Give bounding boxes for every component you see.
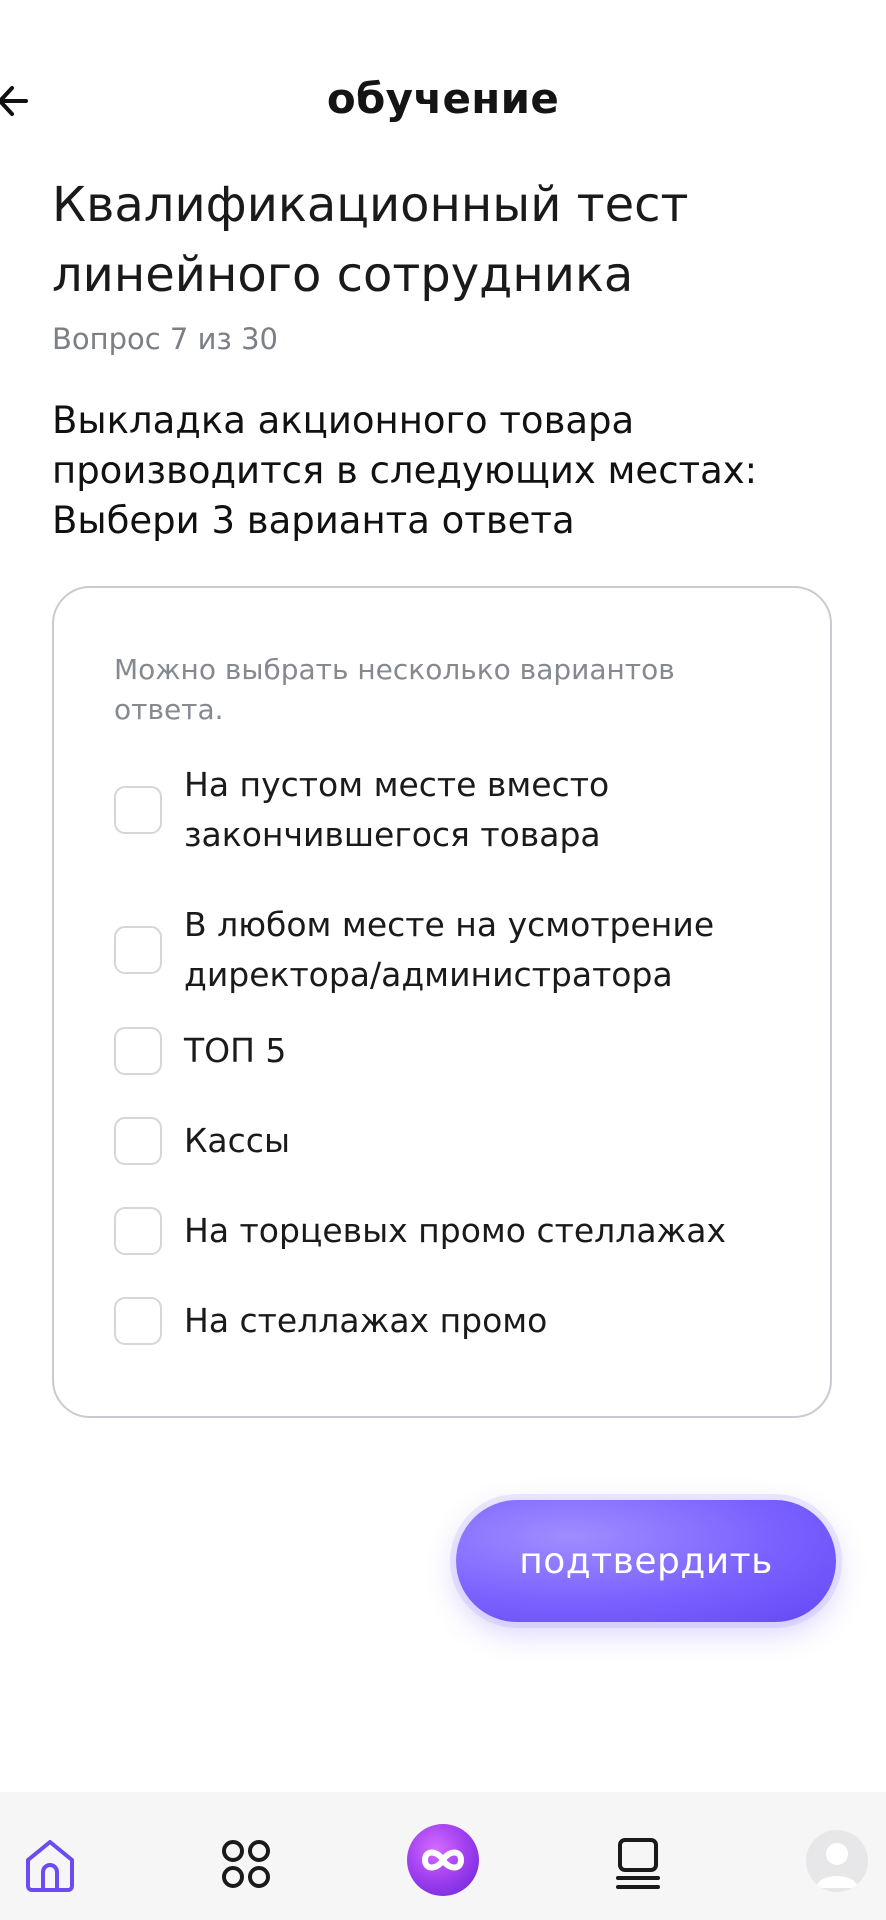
test-title: Квалификационный тест линейного сотрудни… [52, 177, 689, 303]
answer-option-label: На стеллажах промо [184, 1301, 548, 1340]
page-title: обучение [326, 74, 560, 123]
answer-option-4[interactable]: Кассы [114, 1116, 794, 1166]
answer-option-2[interactable]: В любом месте на усмотрение директора/ад… [114, 900, 794, 1000]
answer-option-1[interactable]: На пустом месте вместо закончившегося то… [114, 760, 794, 860]
home-icon [26, 1840, 74, 1892]
top-bar: обучение [0, 56, 886, 146]
multi-select-hint: Можно выбрать несколько вариантов ответа… [114, 653, 675, 726]
question-progress: Вопрос 7 из 30 [52, 322, 278, 356]
confirm-button[interactable]: подтвердить [456, 1500, 836, 1622]
tab-catalog[interactable] [210, 1828, 282, 1900]
tab-courses[interactable] [602, 1828, 674, 1900]
answer-option-3[interactable]: ТОП 5 [114, 1026, 794, 1076]
answer-option-6[interactable]: На стеллажах промо [114, 1296, 794, 1346]
courses-icon [616, 1838, 660, 1889]
checkbox[interactable] [114, 1117, 162, 1165]
answer-option-label: В любом месте на усмотрение директора/ад… [184, 905, 715, 994]
checkbox[interactable] [114, 1027, 162, 1075]
answers-card: Можно выбрать несколько вариантов ответа… [52, 586, 832, 1418]
user-icon [816, 1843, 858, 1888]
answer-option-label: Кассы [184, 1121, 290, 1160]
tab-home[interactable] [14, 1828, 86, 1900]
answer-option-label: На пустом месте вместо закончившегося то… [184, 765, 610, 854]
tab-center[interactable] [405, 1822, 481, 1898]
bottom-tab-bar [0, 1792, 886, 1920]
apps-grid-icon [222, 1840, 270, 1888]
profile-avatar[interactable] [806, 1830, 868, 1892]
checkbox[interactable] [114, 1297, 162, 1345]
question-text: Выкладка акционного товара производится … [52, 399, 758, 542]
answer-option-5[interactable]: На торцевых промо стеллажах [114, 1206, 794, 1256]
checkbox[interactable] [114, 926, 162, 974]
checkbox[interactable] [114, 1207, 162, 1255]
infinity-icon [407, 1824, 479, 1896]
answer-option-label: На торцевых промо стеллажах [184, 1211, 727, 1250]
checkbox[interactable] [114, 786, 162, 834]
answer-option-label: ТОП 5 [184, 1031, 287, 1070]
